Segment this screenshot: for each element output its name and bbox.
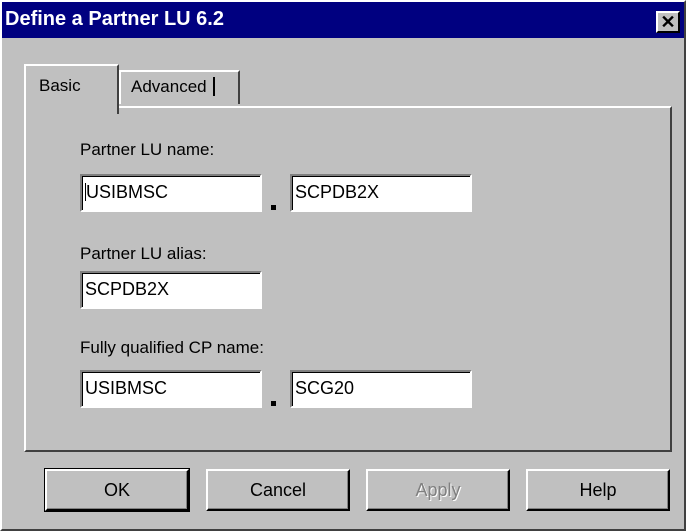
partner-lu-alias-label: Partner LU alias: (80, 244, 207, 263)
help-button[interactable]: Help (526, 469, 670, 511)
basic-tab-panel: Partner LU name: USIBMSC SCPDB2X Partner… (24, 106, 672, 452)
cancel-button-label: Cancel (249, 480, 307, 500)
cp-name-label: Fully qualified CP name: (80, 338, 264, 357)
close-icon[interactable]: ✕ (656, 11, 680, 33)
ok-button-label: OK (103, 480, 130, 500)
partner-lu-alias-field[interactable]: SCPDB2X (80, 271, 262, 309)
cp-name-field[interactable]: SCG20 (290, 370, 472, 408)
tab-advanced-label: Advanced (131, 77, 215, 96)
cp-network-value: USIBMSC (85, 378, 168, 398)
dialog-window: Define a Partner LU 6.2 ✕ Basic Advanced… (0, 0, 686, 531)
cancel-button[interactable]: Cancel (206, 469, 350, 511)
cp-network-field[interactable]: USIBMSC (80, 370, 262, 408)
partner-lu-alias-value: SCPDB2X (85, 279, 170, 299)
partner-lu-name-field[interactable]: SCPDB2X (290, 174, 472, 212)
partner-lu-network-field[interactable]: USIBMSC (80, 174, 262, 212)
window-title: Define a Partner LU 6.2 (5, 8, 224, 30)
partner-lu-name-label: Partner LU name: (80, 140, 215, 159)
help-button-label: Help (579, 480, 617, 500)
apply-button: Apply (366, 469, 510, 511)
cp-name-value: SCG20 (295, 378, 355, 398)
separator-dot (271, 401, 276, 406)
apply-button-label: Apply (415, 480, 461, 500)
tab-basic-label: Basic (39, 76, 81, 95)
partner-lu-name-value: SCPDB2X (295, 182, 380, 202)
close-glyph: ✕ (660, 12, 676, 32)
separator-dot (271, 205, 276, 210)
title-bar[interactable]: Define a Partner LU 6.2 ✕ (2, 2, 684, 38)
partner-lu-network-value: USIBMSC (86, 182, 169, 202)
tab-advanced[interactable]: Advanced (119, 70, 240, 104)
tab-basic[interactable]: Basic (24, 64, 119, 114)
ok-button[interactable]: OK (44, 468, 190, 512)
